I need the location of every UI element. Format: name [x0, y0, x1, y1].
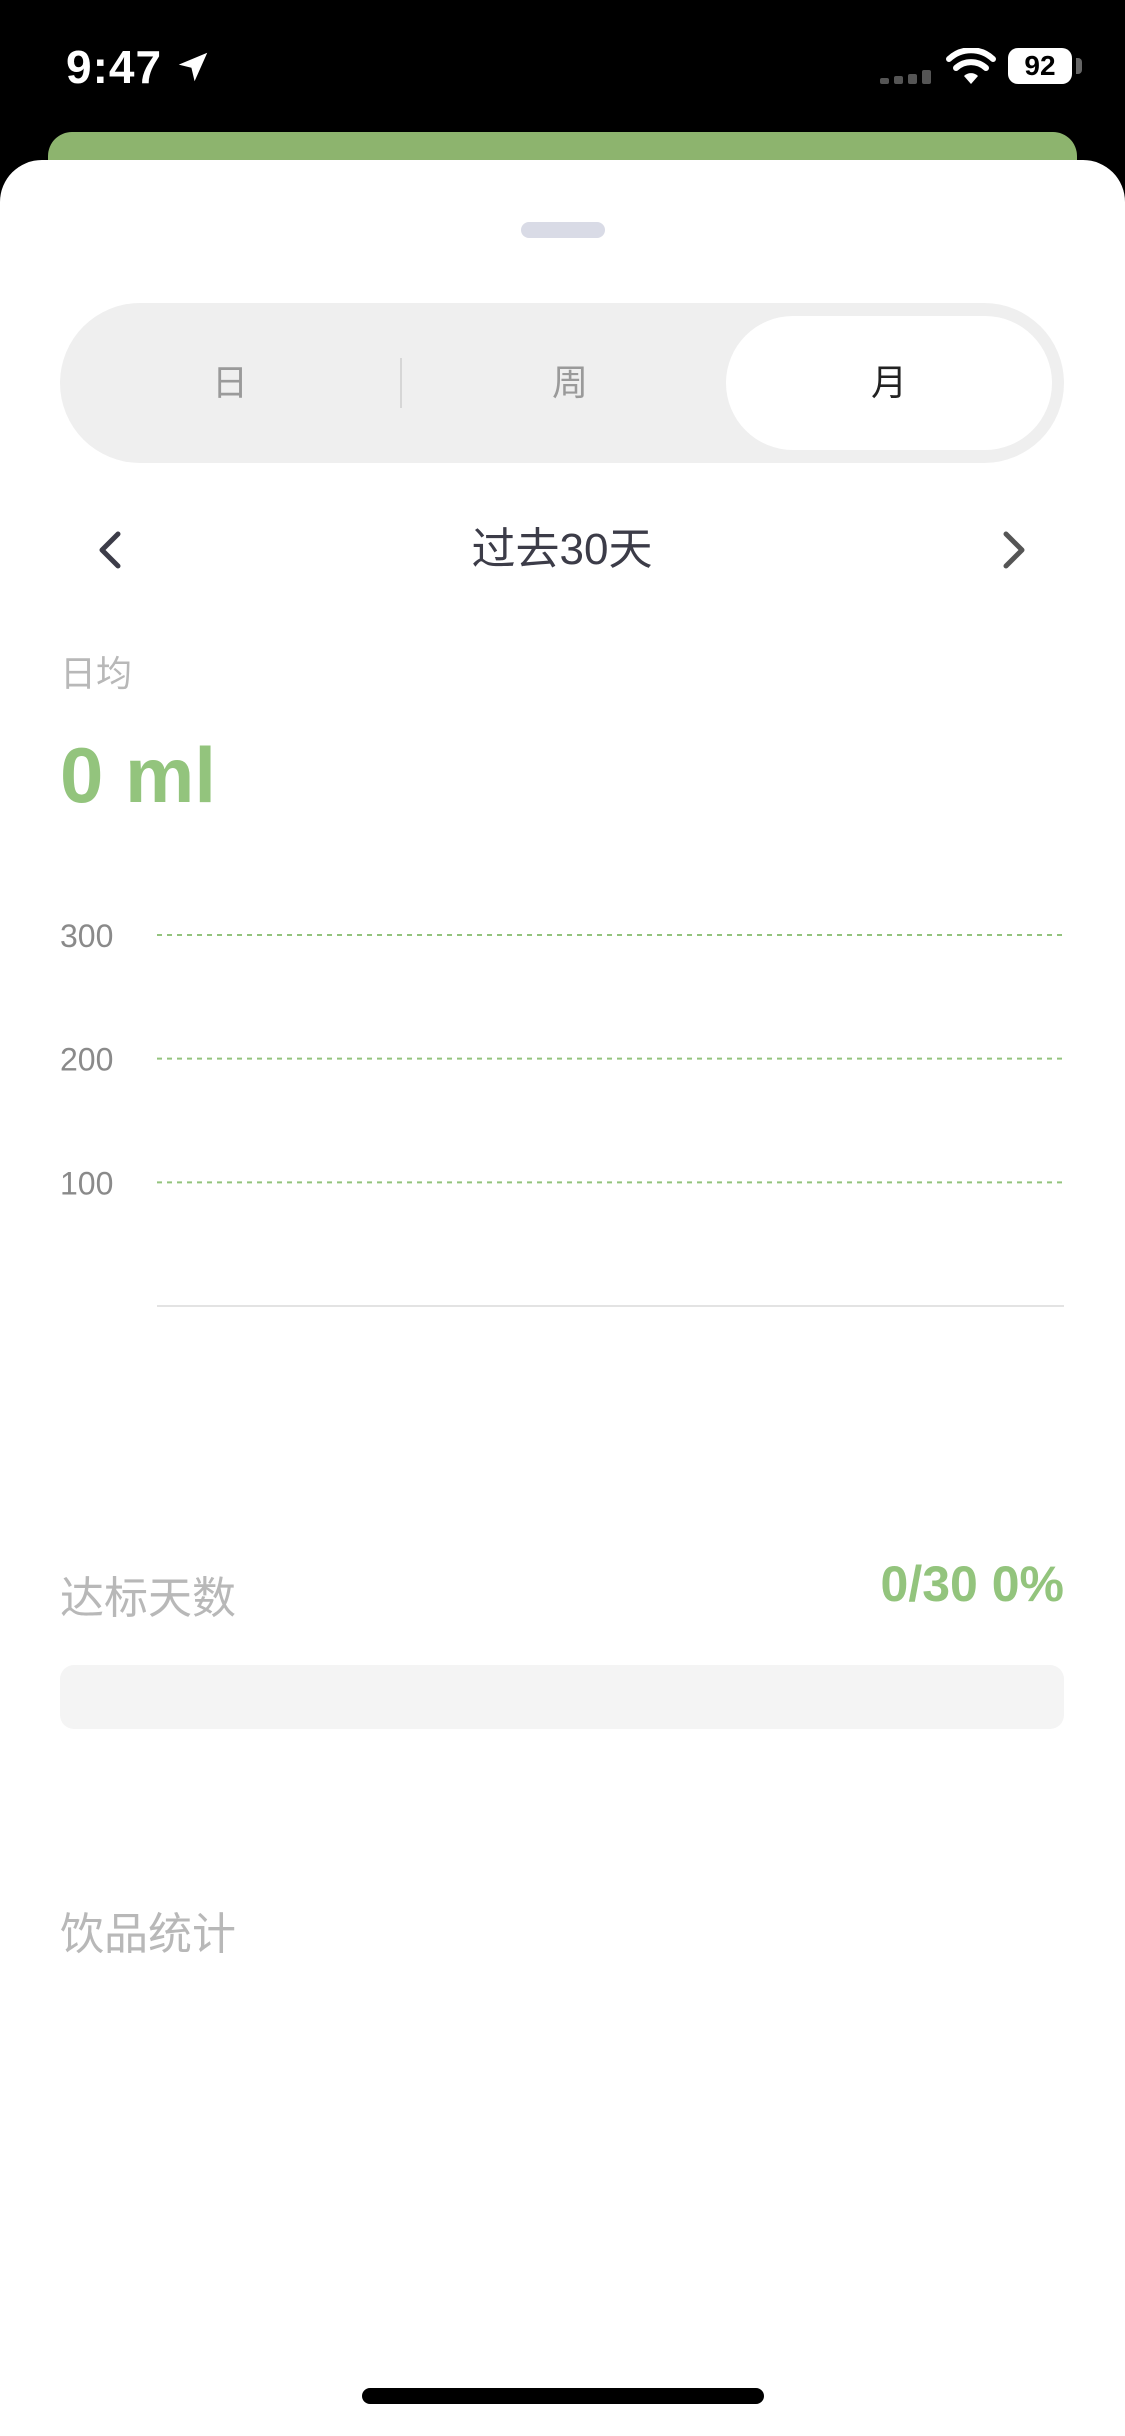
status-bar: 9:47 92: [0, 0, 1125, 135]
daily-average-label: 日均: [60, 653, 133, 694]
wifi-icon: [946, 48, 996, 84]
segment-month[interactable]: 月: [726, 316, 1052, 450]
home-indicator: [362, 2388, 764, 2404]
drinks-stats-label: 饮品统计: [60, 1910, 236, 1959]
y-tick-label: 100: [60, 1165, 113, 1201]
period-segmented-control: 日 周 月: [60, 303, 1064, 463]
stats-sheet: 日 周 月 过去30天 日均 0 ml 1002003004914192429 …: [0, 160, 1125, 2436]
range-navigation: 过去30天: [60, 510, 1064, 590]
battery-cap: [1076, 58, 1082, 74]
chevron-right-icon[interactable]: [984, 510, 1044, 590]
daily-average-value: 0 ml: [60, 731, 217, 819]
segment-week[interactable]: 周: [400, 303, 740, 463]
goal-days-label: 达标天数: [60, 1574, 236, 1623]
intake-chart: 1002003004914192429: [0, 900, 1125, 1320]
screen: 9:47 92 日 周 月 过去30天 日均 0 ml 100 200 300 …: [0, 0, 1125, 2436]
range-title: 过去30天: [471, 525, 653, 574]
goal-days-value: 0/30 0%: [880, 1556, 1064, 1612]
chevron-left-icon[interactable]: [80, 510, 140, 590]
intake-chart-svg: 1002003004914192429: [60, 918, 1064, 1307]
sheet-grabber[interactable]: [521, 222, 605, 238]
cellular-signal-icon: [880, 70, 931, 84]
battery-indicator: 92: [1008, 48, 1072, 84]
segment-day[interactable]: 日: [60, 303, 400, 463]
status-time: 9:47: [66, 41, 163, 93]
location-arrow-icon: [178, 52, 208, 82]
y-tick-label: 300: [60, 918, 113, 954]
y-tick-label: 200: [60, 1042, 113, 1078]
goal-progress-track: [60, 1665, 1064, 1729]
